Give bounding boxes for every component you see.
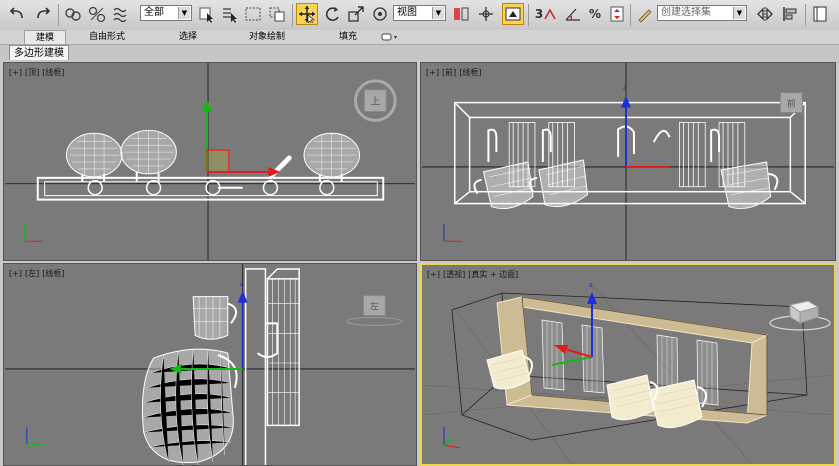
front-viewport-scene: z 前 (422, 63, 834, 260)
scale-icon[interactable] (345, 3, 367, 25)
layer-manager-icon[interactable] (809, 3, 831, 25)
vp-view-menu[interactable]: [前] (442, 68, 456, 77)
vp-shading-menu[interactable]: [线框] (42, 68, 64, 77)
left-viewcube-label: 左 (370, 301, 379, 313)
top-viewport-scene: 上 (5, 63, 415, 260)
undo-icon[interactable] (6, 3, 28, 25)
vp-plus-menu[interactable]: [+] (9, 68, 22, 77)
viewport-perspective[interactable]: z [+] [透视] [真实 + 边面] (420, 263, 836, 466)
chevron-down-icon: ▼ (432, 7, 444, 19)
top-viewport-label[interactable]: [+] [顶] [线框] (9, 67, 67, 78)
front-viewport-label[interactable]: [+] [前] [线框] (426, 67, 484, 78)
rect-selection-icon[interactable] (242, 3, 264, 25)
front-viewcube-label: 前 (787, 98, 796, 110)
ribbon-tab-bar: 建模 自由形式 选择 对象绘制 填充 (0, 30, 839, 45)
vp-shading-menu[interactable]: [真实 + 边面] (468, 270, 518, 279)
redo-icon[interactable] (32, 3, 54, 25)
viewport-left[interactable]: z 左 [+] [左] [线框] (3, 263, 417, 466)
tab-selection[interactable]: 选择 (168, 30, 208, 44)
vp-plus-menu[interactable]: [+] (9, 269, 22, 278)
move-icon[interactable] (296, 3, 318, 25)
snap-toggle-icon[interactable]: 3 (532, 3, 560, 25)
angle-snap-icon[interactable] (562, 3, 584, 25)
svg-text:z: z (240, 280, 244, 288)
pivot-center-icon[interactable] (450, 3, 472, 25)
named-selection-placeholder: 创建选择集 (661, 7, 711, 18)
reference-coord-dropdown[interactable]: 视图 ▼ (393, 5, 446, 21)
select-manipulate2-icon[interactable] (475, 3, 497, 25)
bind-spacewarp-icon[interactable] (110, 3, 132, 25)
selection-filter-dropdown[interactable]: 全部 ▼ (140, 5, 192, 21)
perspective-viewport-label[interactable]: [+] [透视] [真实 + 边面] (427, 269, 521, 280)
select-manipulate-icon[interactable] (369, 3, 391, 25)
vp-shading-menu[interactable]: [线框] (459, 68, 481, 77)
top-viewcube-label: 上 (370, 96, 380, 108)
tab-object-paint-label: 对象绘制 (248, 32, 285, 42)
select-object-icon[interactable] (196, 3, 218, 25)
polygon-modeling-label: 多边形建模 (14, 48, 64, 59)
selection-filter-value: 全部 (144, 7, 164, 18)
tab-object-paint[interactable]: 对象绘制 (238, 30, 296, 44)
viewport-top[interactable]: 上 [+] [顶] [线框] (3, 62, 417, 261)
main-toolbar: 全部 ▼ 视图 ▼ 3 % 创建选择集 ▼ (0, 0, 839, 31)
vp-shading-menu[interactable]: [线框] (42, 269, 64, 278)
svg-text:z: z (623, 84, 627, 92)
mirror-icon[interactable] (754, 3, 776, 25)
vp-view-menu[interactable]: [透视] (443, 270, 465, 279)
chevron-down-icon: ▼ (733, 7, 745, 19)
tab-modeling[interactable]: 建模 (24, 30, 66, 44)
tab-populate[interactable]: 填充 (330, 30, 366, 44)
edit-named-sets-icon[interactable] (634, 3, 656, 25)
vp-view-menu[interactable]: [左] (25, 269, 39, 278)
align-icon[interactable] (779, 3, 801, 25)
left-viewport-scene: z 左 (5, 264, 415, 465)
unlink-icon[interactable] (86, 3, 108, 25)
snap-dimension-label: 3 (534, 7, 544, 21)
rotate-icon[interactable] (321, 3, 343, 25)
reference-coord-value: 视图 (397, 7, 417, 18)
perspective-viewport-scene: z (422, 281, 834, 464)
tab-freeform-label: 自由形式 (88, 32, 125, 42)
ribbon-options-dropdown[interactable] (380, 32, 400, 42)
left-viewport-label[interactable]: [+] [左] [线框] (9, 268, 67, 279)
chevron-down-icon: ▼ (178, 7, 190, 19)
svg-text:z: z (589, 281, 593, 289)
vp-view-menu[interactable]: [顶] (25, 68, 39, 77)
tab-populate-label: 填充 (338, 32, 357, 42)
vp-plus-menu[interactable]: [+] (427, 270, 440, 279)
select-by-name-icon[interactable] (219, 3, 241, 25)
spinner-snap-icon[interactable] (606, 3, 628, 25)
window-crossing-icon[interactable] (266, 3, 288, 25)
viewport-front[interactable]: z 前 [+] [前] [线框] (420, 62, 836, 261)
tab-polygon-modeling[interactable]: 多边形建模 (9, 45, 69, 60)
tab-freeform[interactable]: 自由形式 (82, 30, 132, 44)
select-link-icon[interactable] (62, 3, 84, 25)
ribbon-panel-bar: 多边形建模 (0, 45, 839, 60)
named-selection-dropdown[interactable]: 创建选择集 ▼ (657, 5, 747, 21)
vp-plus-menu[interactable]: [+] (426, 68, 439, 77)
percent-snap-icon[interactable]: % (584, 3, 606, 25)
tab-modeling-label: 建模 (35, 33, 54, 43)
keyboard-shortcut-icon[interactable] (502, 3, 524, 25)
tab-selection-label: 选择 (178, 32, 197, 42)
